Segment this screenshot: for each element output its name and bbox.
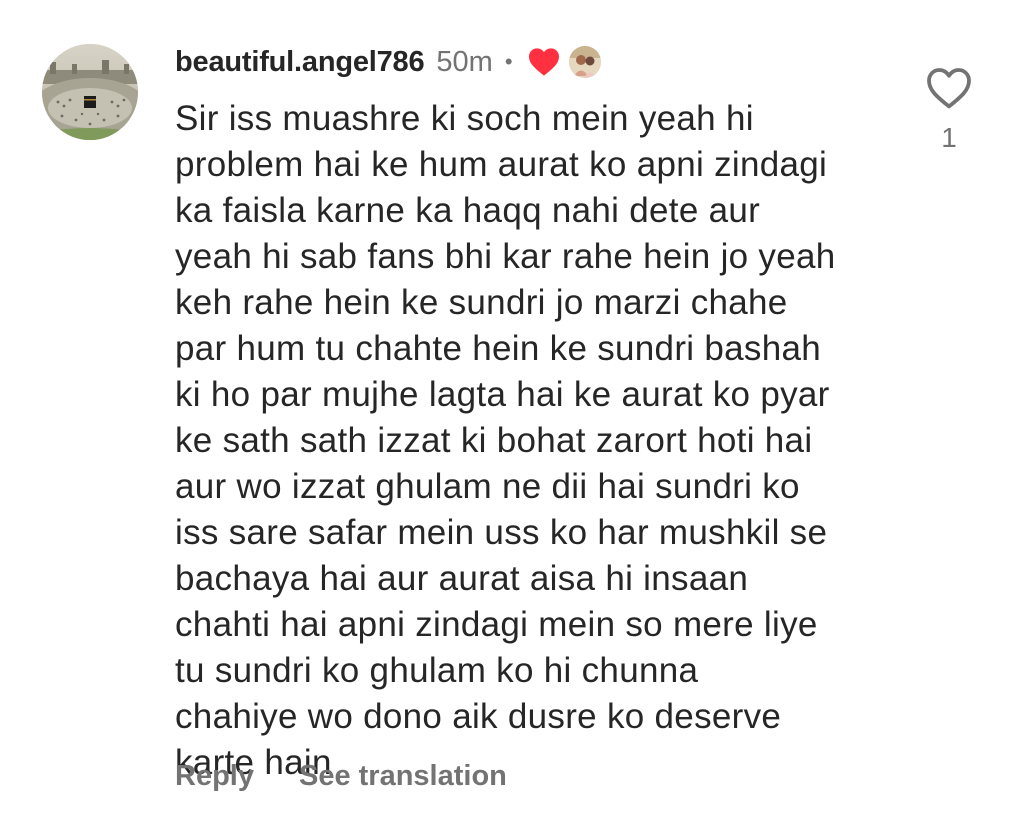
comment-text-line: keh rahe hein ke sundri jo marzi chahe	[175, 283, 788, 322]
creator-avatar-icon	[568, 46, 601, 78]
like-count: 1	[941, 122, 957, 153]
comment-text-line: bachaya hai aur aurat aisa hi insaan	[175, 559, 749, 598]
comment-item: beautiful.angel786 50m • Sir iss muashre…	[0, 0, 1024, 815]
comment-text-line: ki ho par mujhe lagta hai ke aurat ko py…	[175, 375, 830, 414]
comment-text-line: par hum tu chahte hein ke sundri bashah	[175, 329, 822, 368]
comment-text-line: ka faisla karne ka haqq nahi dete aur	[175, 191, 761, 230]
comment-text-line: chahiye wo dono aik dusre ko deserve	[175, 697, 782, 736]
comment-text-line: Sir iss muashre ki soch mein yeah hi	[175, 99, 754, 138]
kaaba-image-icon	[42, 44, 138, 140]
comment-text-line: tu sundri ko ghulam ko hi chunna	[175, 651, 699, 690]
like-column: 1	[924, 66, 974, 154]
comment-text-line: ke sath sath izzat ki bohat zarort hoti …	[175, 421, 813, 460]
comment-text-line: aur wo izzat ghulam ne dii hai sundri ko	[175, 467, 800, 506]
reply-button[interactable]: Reply	[175, 760, 254, 793]
comment-actions: Reply See translation	[175, 760, 507, 793]
comment-timestamp: 50m	[436, 45, 493, 78]
separator-dot: •	[504, 49, 513, 74]
comment-header: beautiful.angel786 50m •	[175, 40, 601, 84]
see-translation-button[interactable]: See translation	[299, 760, 507, 793]
comment-text-line: iss sare safar mein uss ko har mushkil s…	[175, 513, 828, 552]
heart-filled-icon	[528, 48, 559, 76]
profile-avatar[interactable]	[42, 44, 138, 140]
comment-text-line: yeah hi sab fans bhi kar rahe hein jo ye…	[175, 237, 836, 276]
username-link[interactable]: beautiful.angel786	[175, 46, 425, 79]
heart-outline-icon[interactable]	[925, 66, 973, 110]
comment-text-line: problem hai ke hum aurat ko apni zindagi	[175, 145, 828, 184]
comment-text: Sir iss muashre ki soch mein yeah hi pro…	[175, 96, 895, 786]
creator-avatar	[568, 46, 601, 78]
comment-text-line: chahti hai apni zindagi mein so mere liy…	[175, 605, 818, 644]
